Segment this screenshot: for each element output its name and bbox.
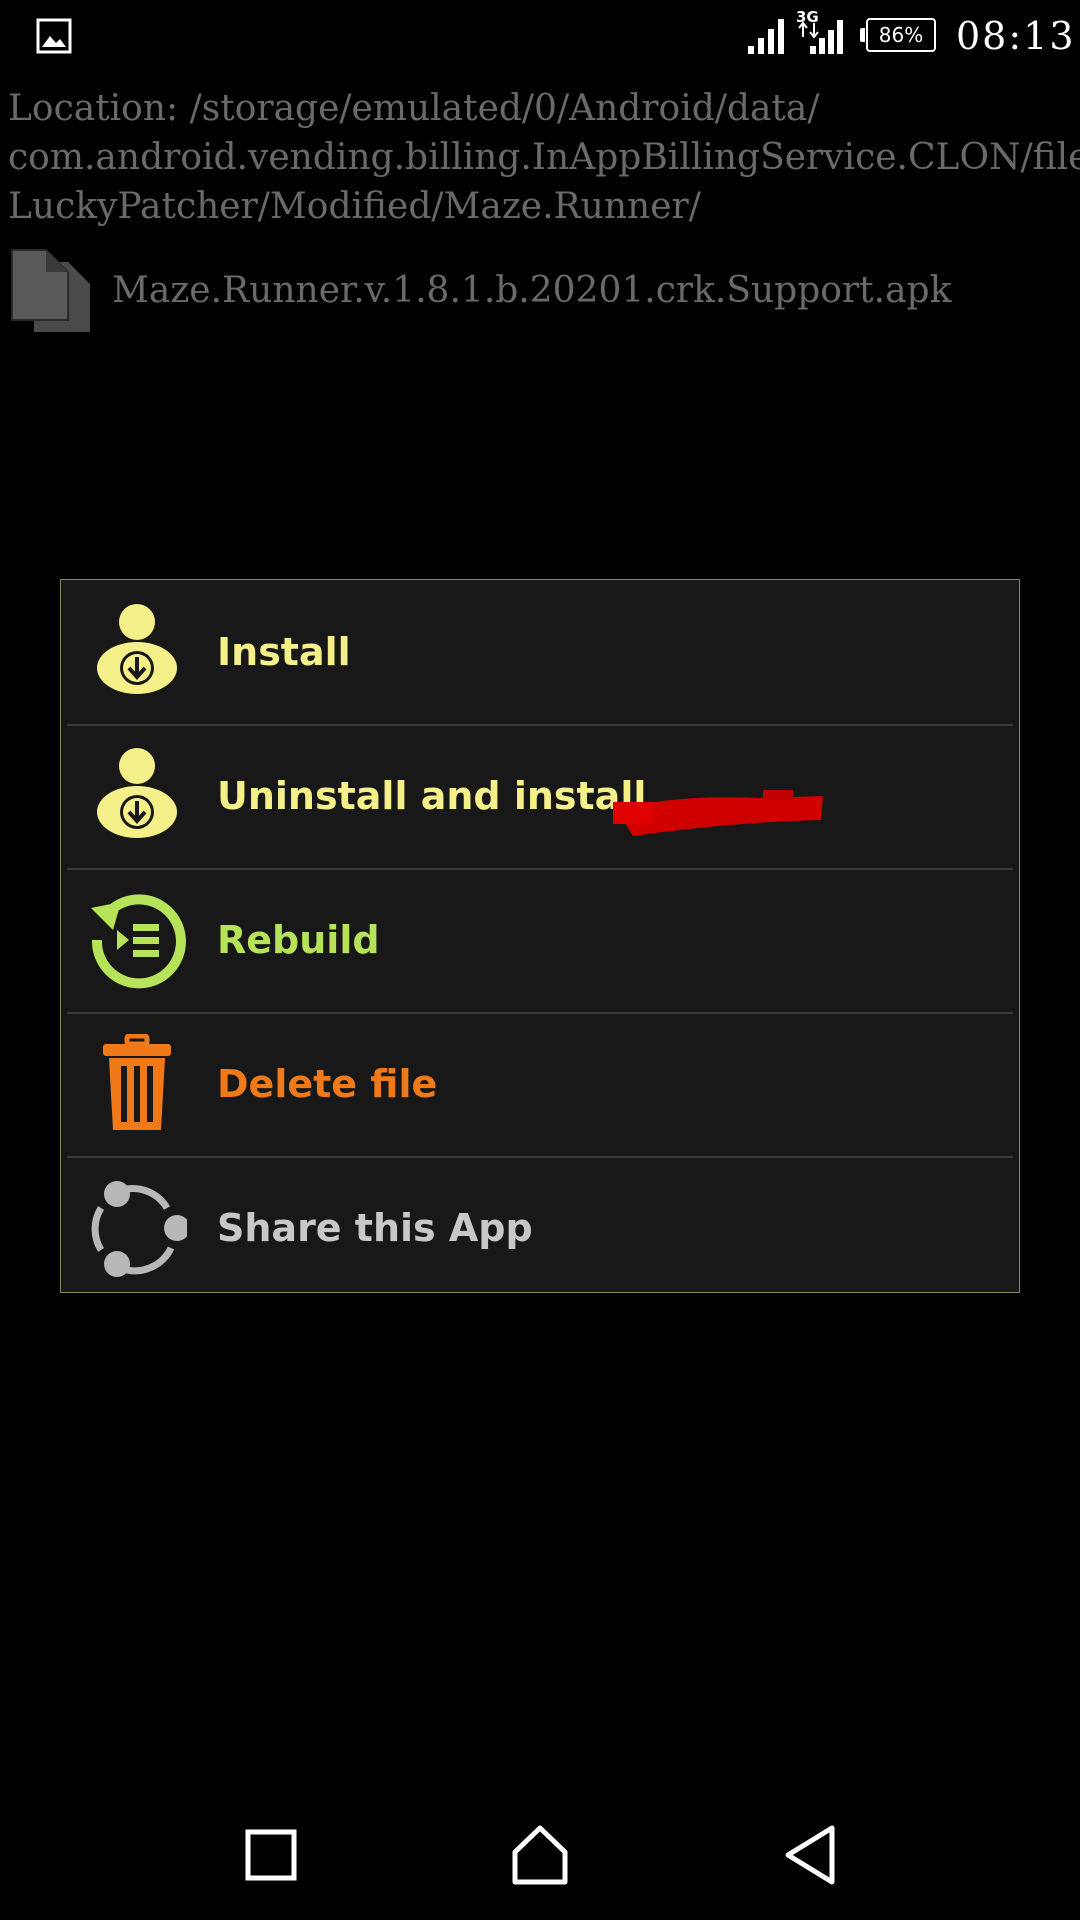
home-button[interactable]	[505, 1820, 575, 1890]
red-scribble-annotation	[613, 790, 823, 836]
back-button[interactable]	[776, 1820, 846, 1890]
navigation-bar	[0, 1790, 1080, 1920]
recents-button[interactable]	[236, 1820, 306, 1890]
menu-item-label: Share this App	[217, 1206, 533, 1250]
file-name: Maze.Runner.v.1.8.1.b.20201.crk.Support.…	[112, 270, 952, 311]
menu-item-uninstall-and-install[interactable]: Uninstall and install	[67, 726, 1013, 866]
status-bar: 3G 86% 08:13	[0, 0, 1080, 74]
location-path: Location: /storage/emulated/0/Android/da…	[8, 88, 1080, 227]
signal-icon	[748, 19, 784, 54]
menu-item-share-this-app[interactable]: Share this App	[67, 1158, 1013, 1298]
gallery-icon	[36, 18, 72, 54]
file-copy-icon	[11, 249, 90, 332]
menu-item-label: Install	[217, 630, 351, 674]
clock: 08:13	[956, 14, 1076, 58]
install-user-icon	[97, 604, 177, 694]
menu-item-label: Rebuild	[217, 918, 380, 962]
rebuild-icon	[91, 894, 186, 989]
file-actions-dialog: Install Uninstall and install Rebuild De…	[60, 579, 1020, 1293]
menu-item-delete-file[interactable]: Delete file	[67, 1014, 1013, 1154]
share-icon	[91, 1181, 187, 1277]
3g-signal-icon: 3G	[796, 8, 843, 54]
menu-item-install[interactable]: Install	[67, 582, 1013, 722]
menu-item-label: Delete file	[217, 1062, 438, 1106]
svg-text:3G: 3G	[796, 8, 819, 26]
trash-icon	[103, 1034, 171, 1130]
battery-icon: 86%	[866, 18, 936, 52]
menu-item-label: Uninstall and install	[217, 774, 647, 818]
install-user-icon	[97, 748, 177, 838]
menu-item-rebuild[interactable]: Rebuild	[67, 870, 1013, 1010]
file-row[interactable]: Maze.Runner.v.1.8.1.b.20201.crk.Support.…	[8, 246, 1068, 336]
battery-nub	[860, 28, 865, 42]
